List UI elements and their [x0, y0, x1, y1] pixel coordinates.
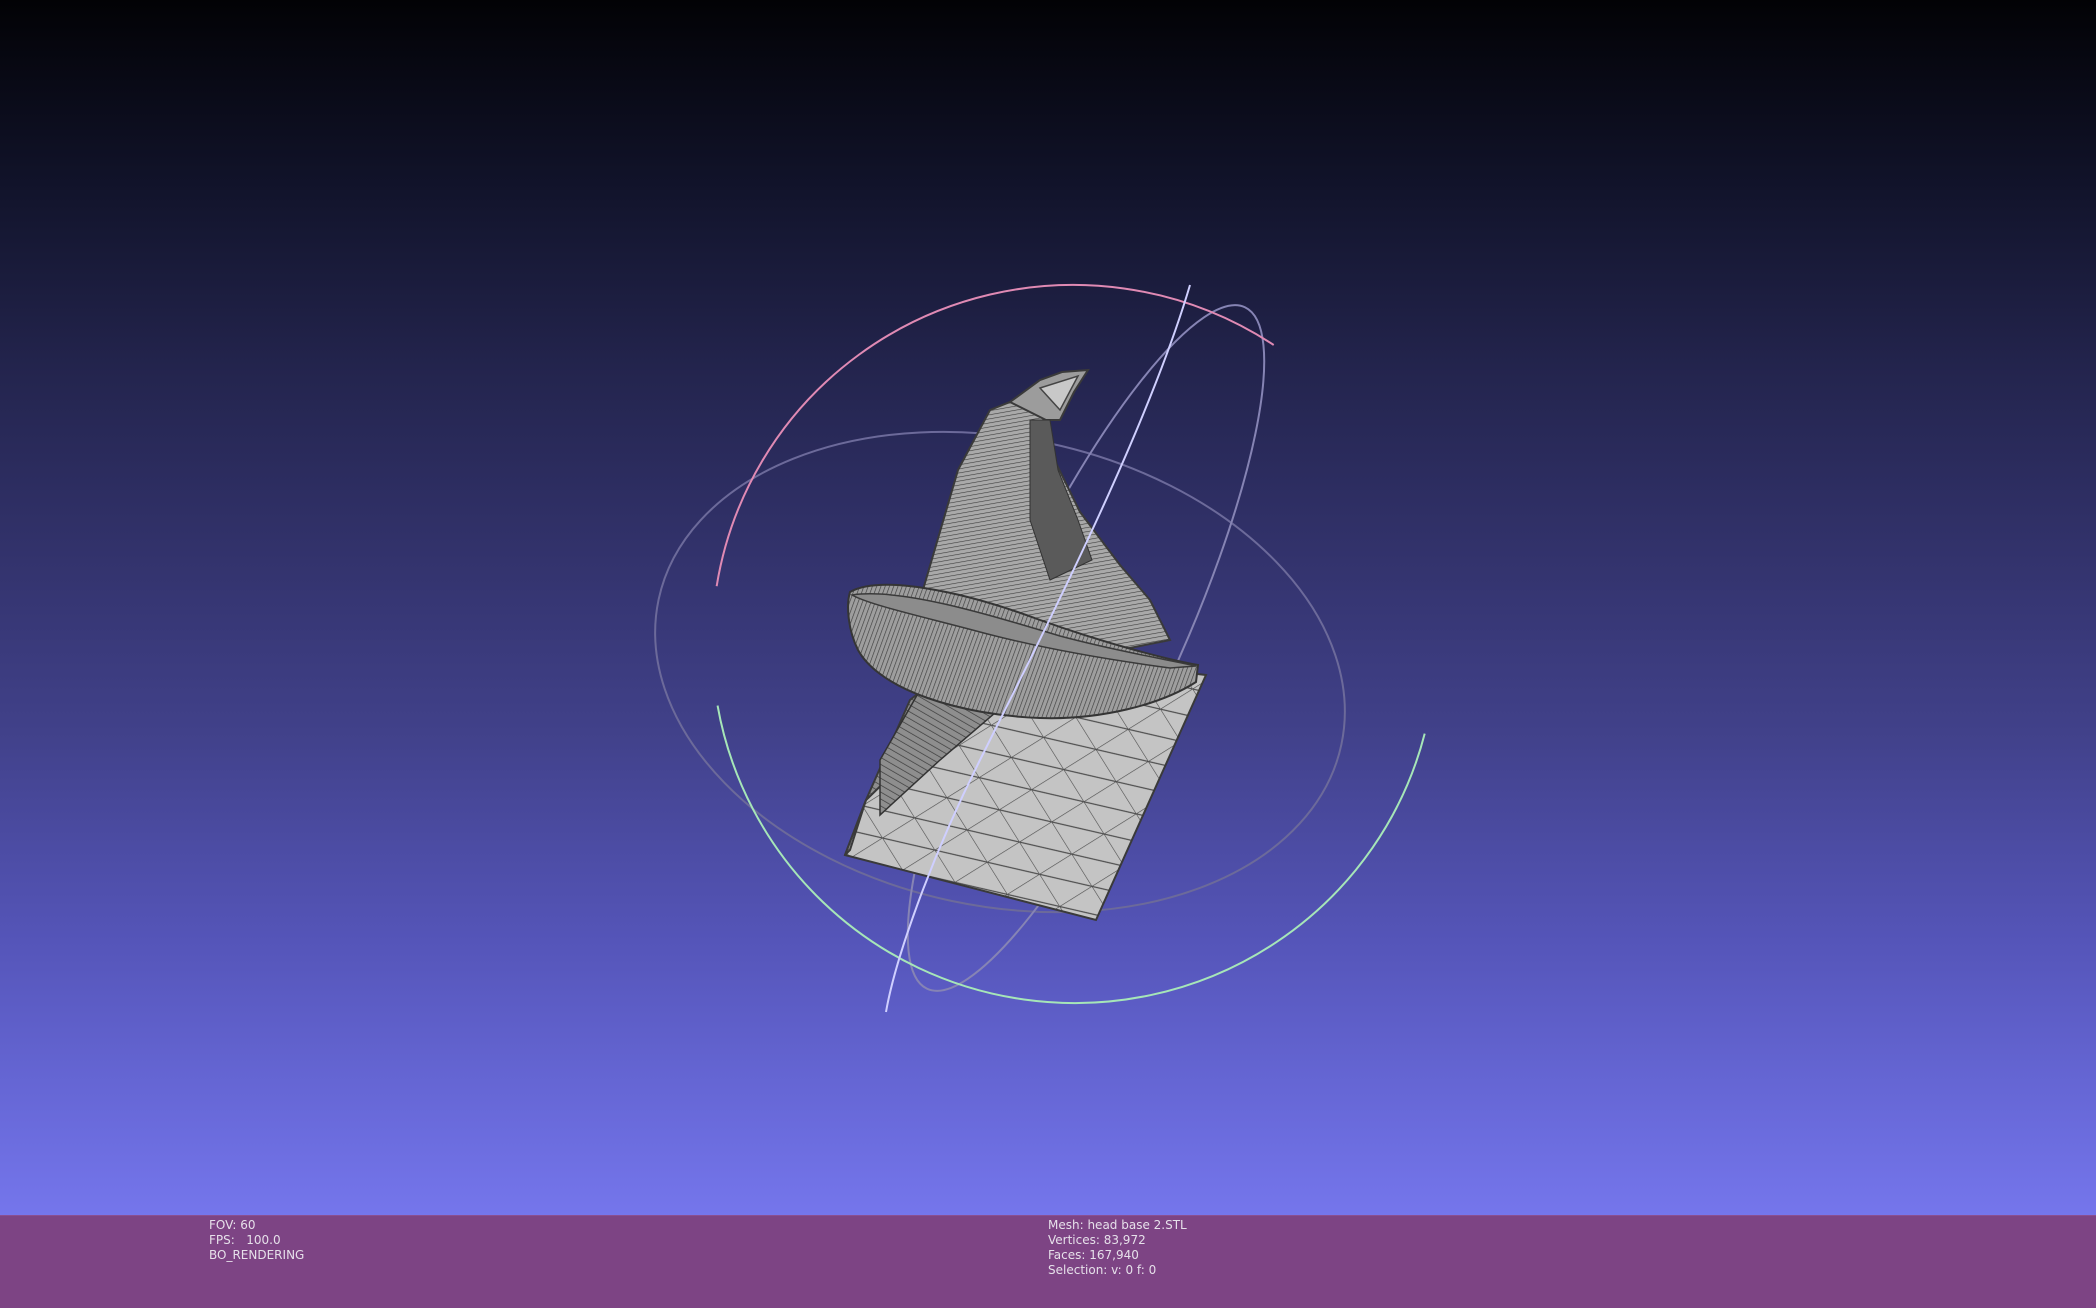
render-mode-label: BO_RENDERING: [209, 1248, 305, 1262]
render-info: FOV: 60 FPS: 100.0 BO_RENDERING: [209, 1218, 304, 1263]
3d-scene[interactable]: [0, 0, 2096, 1215]
selection-label: Selection: v: 0 f: 0: [1048, 1263, 1157, 1277]
fov-label: FOV: 60: [209, 1218, 256, 1232]
vertices-label: Vertices: 83,972: [1048, 1233, 1146, 1247]
stl-mesh-model[interactable]: [843, 368, 1208, 922]
faces-label: Faces: 167,940: [1048, 1248, 1139, 1262]
fps-label: FPS: 100.0: [209, 1233, 281, 1247]
mesh-info: Mesh: head base 2.STL Vertices: 83,972 F…: [1048, 1218, 1187, 1278]
info-bar: FOV: 60 FPS: 100.0 BO_RENDERING Mesh: he…: [0, 1215, 2096, 1308]
mesh-name-label: Mesh: head base 2.STL: [1048, 1218, 1187, 1232]
3d-viewport[interactable]: FOV: 60 FPS: 100.0 BO_RENDERING Mesh: he…: [0, 0, 2096, 1308]
